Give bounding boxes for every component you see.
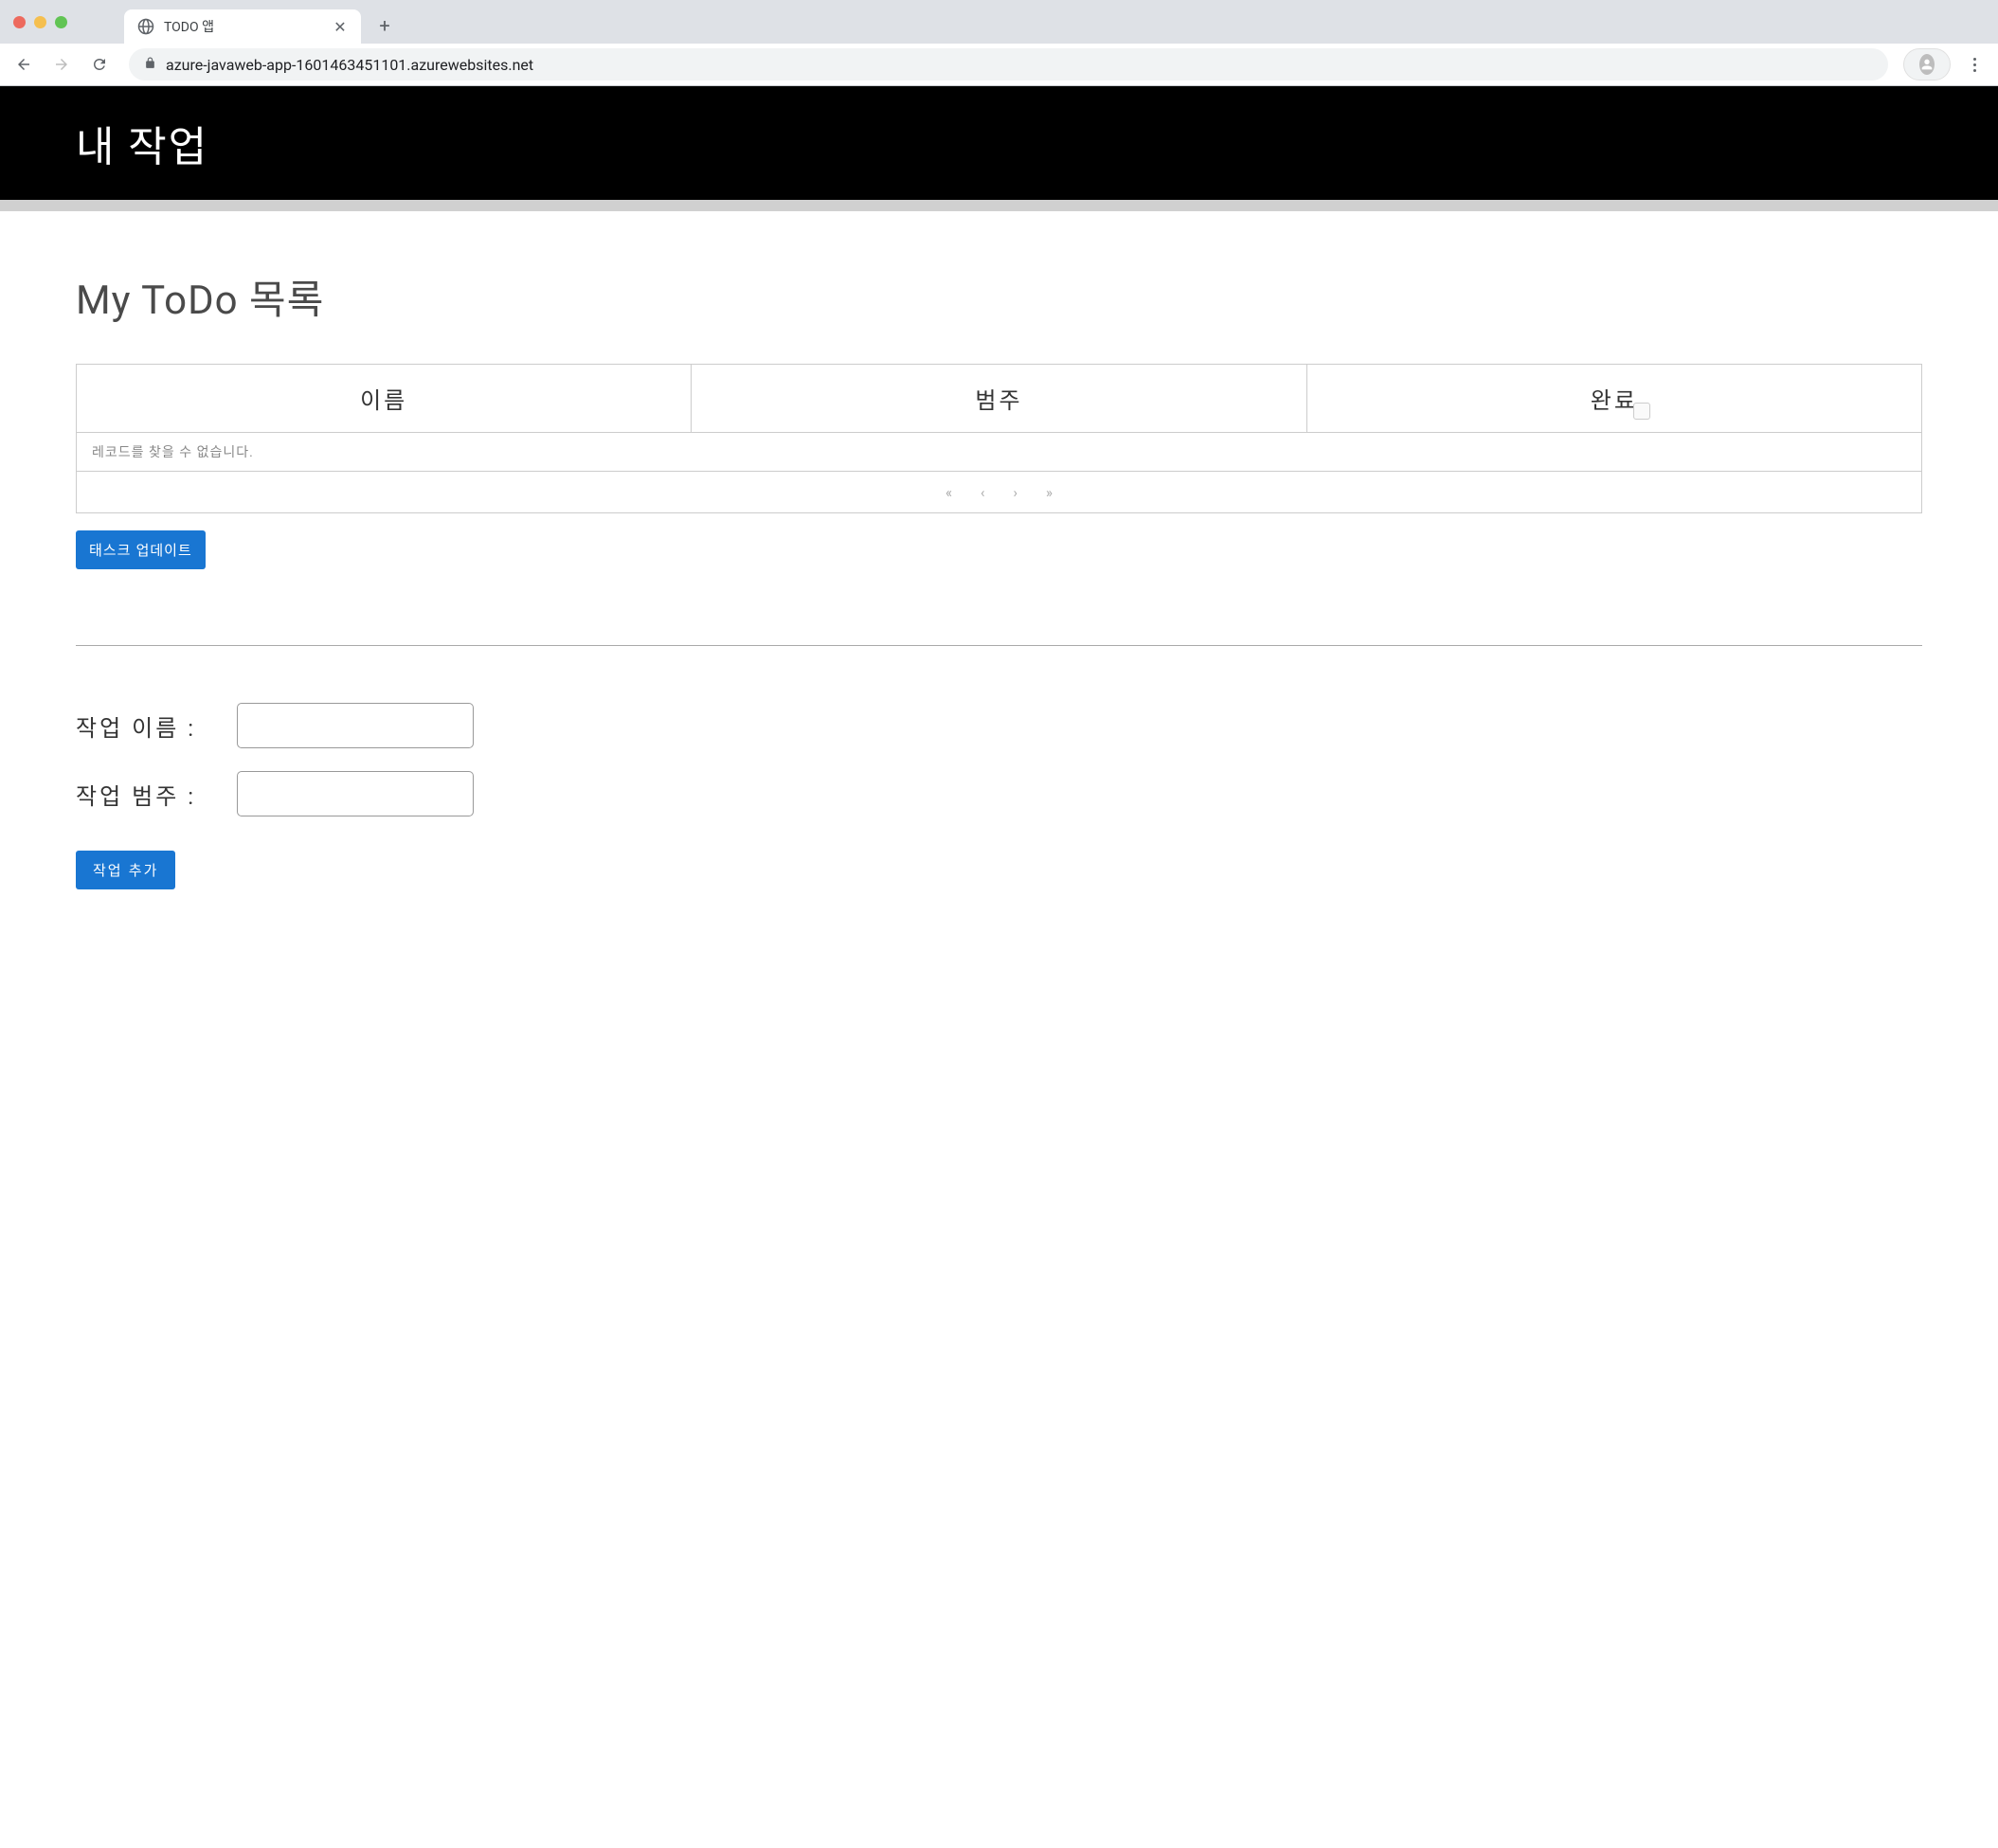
table-empty-row: 레코드를 찾을 수 없습니다. [77,433,1922,472]
browser-chrome: TODO 앱 ✕ + azure-javaweb-app-16014634511… [0,0,1998,86]
pagination-row: « ‹ › » [77,472,1922,513]
todo-table: 이름 범주 완료 레코드를 찾을 수 없습니다. « ‹ › » [76,364,1922,513]
section-divider [76,645,1922,646]
minimize-window-button[interactable] [34,16,46,28]
back-button[interactable] [9,50,38,79]
form-row-name: 작업 이름 : [76,703,1922,748]
nav-bar: azure-javaweb-app-1601463451101.azureweb… [0,44,1998,85]
page-header: 내 작업 [0,86,1998,200]
main-content: My ToDo 목록 이름 범주 완료 레코드를 찾을 수 없습니다. « ‹ [0,211,1998,927]
divider-strip [0,200,1998,211]
task-name-input[interactable] [237,703,474,748]
lock-icon [144,57,156,73]
browser-tab[interactable]: TODO 앱 ✕ [124,9,361,44]
task-name-label: 작업 이름 : [76,709,237,743]
forward-button[interactable] [47,50,76,79]
new-tab-button[interactable]: + [370,11,399,40]
task-category-input[interactable] [237,771,474,816]
close-window-button[interactable] [13,16,26,28]
next-page-button[interactable]: › [1014,484,1018,501]
first-page-button[interactable]: « [945,484,952,501]
tab-title: TODO 앱 [164,17,323,36]
profile-button[interactable] [1903,48,1951,81]
last-page-button[interactable]: » [1046,484,1053,501]
maximize-window-button[interactable] [55,16,67,28]
prev-page-button[interactable]: ‹ [981,484,985,501]
app-title: 내 작업 [76,113,208,173]
url-text: azure-javaweb-app-1601463451101.azureweb… [166,56,533,74]
column-header-complete-label: 완료 [1591,387,1638,414]
pagination: « ‹ › » [945,484,1053,501]
tab-bar: TODO 앱 ✕ + [0,0,1998,44]
column-header-category[interactable]: 범주 [692,365,1306,433]
address-bar[interactable]: azure-javaweb-app-1601463451101.azureweb… [129,48,1888,81]
globe-icon [137,18,154,35]
empty-message: 레코드를 찾을 수 없습니다. [77,433,1922,472]
column-header-name[interactable]: 이름 [77,365,692,433]
column-header-complete[interactable]: 완료 [1306,365,1921,433]
update-task-button[interactable]: 태스크 업데이트 [76,530,206,569]
window-controls [13,16,67,28]
add-task-button[interactable]: 작업 추가 [76,851,175,889]
section-heading: My ToDo 목록 [76,268,1922,326]
checkbox-icon [1633,403,1650,420]
close-tab-button[interactable]: ✕ [333,18,348,36]
form-row-category: 작업 범주 : [76,771,1922,816]
person-icon [1919,54,1935,75]
reload-button[interactable] [85,50,114,79]
browser-menu-button[interactable] [1960,58,1989,72]
task-category-label: 작업 범주 : [76,778,237,811]
